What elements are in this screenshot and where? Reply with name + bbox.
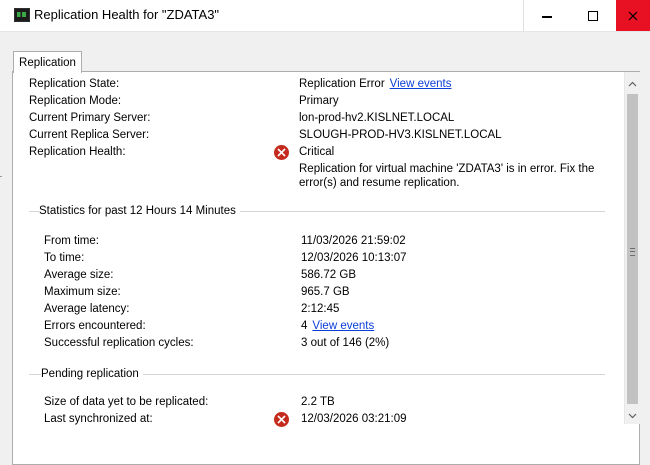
tab-panel: Replication State: Replication Error View… <box>12 71 640 465</box>
tab-replication[interactable]: Replication <box>13 51 82 73</box>
to-time-value: 12/03/2026 10:13:07 <box>301 252 407 264</box>
maximum-size-value: 965.7 GB <box>301 286 350 298</box>
replica-server-value: SLOUGH-PROD-HV3.KISLNET.LOCAL <box>299 129 502 141</box>
maximize-icon <box>588 10 598 21</box>
window-edge-marker <box>0 176 2 177</box>
replication-state-value: Replication Error View events <box>299 78 451 90</box>
last-synchronized-label: Last synchronized at: <box>44 413 153 425</box>
scrollbar-thumb[interactable] <box>627 94 638 404</box>
from-time-label: From time: <box>44 235 99 247</box>
replication-mode-label: Replication Mode: <box>29 95 122 107</box>
close-button[interactable] <box>616 0 650 31</box>
minimize-button[interactable] <box>524 0 570 31</box>
to-time-label: To time: <box>44 252 85 264</box>
health-message-line1: Replication for virtual machine 'ZDATA3'… <box>299 163 595 175</box>
average-size-label: Average size: <box>44 269 114 281</box>
successful-cycles-label: Successful replication cycles: <box>44 337 194 349</box>
errors-encountered-label: Errors encountered: <box>44 320 146 332</box>
window-title: Replication Health for "ZDATA3" <box>34 7 220 22</box>
errors-count: 4 <box>301 320 308 332</box>
minimize-icon <box>542 15 552 18</box>
from-time-value: 11/03/2026 21:59:02 <box>301 235 406 247</box>
pending-size-value: 2.2 TB <box>301 396 335 408</box>
scroll-down-button[interactable] <box>625 408 640 423</box>
errors-encountered-value: 4 View events <box>301 320 374 332</box>
pending-group-title: Pending replication <box>41 368 143 380</box>
statistics-group-title: Statistics for past 12 Hours 14 Minutes <box>39 205 240 217</box>
pending-size-label: Size of data yet to be replicated: <box>44 396 209 408</box>
chevron-down-icon <box>628 413 637 418</box>
scroll-up-button[interactable] <box>625 76 640 91</box>
title-bar: Replication Health for "ZDATA3" <box>0 0 650 32</box>
primary-server-label: Current Primary Server: <box>29 112 151 124</box>
average-latency-label: Average latency: <box>44 303 130 315</box>
replication-health-label: Replication Health: <box>29 146 126 158</box>
chevron-up-icon <box>628 81 637 86</box>
hyperv-manager-icon <box>14 8 30 22</box>
last-synchronized-value: 12/03/2026 03:21:09 <box>301 413 407 425</box>
average-size-value: 586.72 GB <box>301 269 356 281</box>
replication-mode-value: Primary <box>299 95 339 107</box>
health-message-line2: error(s) and resume replication. <box>299 177 460 189</box>
maximize-button[interactable] <box>570 0 616 31</box>
error-icon <box>274 412 289 427</box>
replication-state-text: Replication Error <box>299 78 385 90</box>
scroll-content: Replication State: Replication Error View… <box>13 72 624 464</box>
maximum-size-label: Maximum size: <box>44 286 121 298</box>
grip-icon <box>630 248 635 256</box>
view-events-link[interactable]: View events <box>390 78 452 90</box>
vertical-scrollbar[interactable] <box>624 72 640 424</box>
replica-server-label: Current Replica Server: <box>29 129 150 141</box>
primary-server-value: lon-prod-hv2.KISLNET.LOCAL <box>299 112 455 124</box>
average-latency-value: 2:12:45 <box>301 303 340 315</box>
replication-health-value: Critical <box>299 146 335 158</box>
successful-cycles-value: 3 out of 146 (2%) <box>301 337 390 349</box>
replication-state-label: Replication State: <box>29 78 120 90</box>
errors-view-events-link[interactable]: View events <box>312 320 374 332</box>
close-icon <box>628 11 638 20</box>
error-icon <box>274 145 289 160</box>
